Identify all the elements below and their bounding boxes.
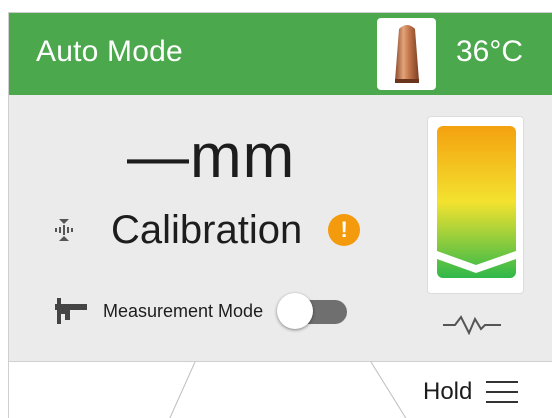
measurement-mode-label: Measurement Mode: [103, 300, 264, 321]
bottom-bar-divider-left: [169, 362, 196, 418]
bottom-bar-divider-right: [370, 362, 407, 418]
measurement-mode-toggle[interactable]: [277, 291, 353, 331]
hold-label: Hold: [423, 378, 473, 405]
calibration-label: Calibration: [111, 207, 303, 252]
level-gauge: [427, 116, 524, 294]
hold-button[interactable]: Hold: [423, 378, 519, 406]
soldering-tip-icon[interactable]: [377, 18, 436, 90]
mode-title[interactable]: Auto Mode: [36, 35, 183, 69]
warning-symbol: !: [340, 217, 348, 242]
status-header: Auto Mode 36°C: [9, 13, 552, 95]
bottom-bar: Hold: [9, 361, 552, 418]
device-screen: Auto Mode 36°C —mm Calibration ! Measure…: [8, 12, 552, 418]
temperature-readout: 36°C: [456, 35, 524, 68]
calibration-row[interactable]: Calibration !: [53, 206, 361, 254]
caliper-icon: [55, 298, 87, 324]
toggle-knob: [277, 293, 314, 329]
measurement-mode-row: Measurement Mode: [53, 291, 353, 331]
warning-icon[interactable]: !: [328, 214, 361, 246]
calibrate-icon: [55, 219, 73, 241]
hamburger-menu-icon[interactable]: [486, 381, 519, 403]
waveform-icon[interactable]: [441, 313, 503, 335]
measurement-readout: —mm: [127, 122, 296, 191]
